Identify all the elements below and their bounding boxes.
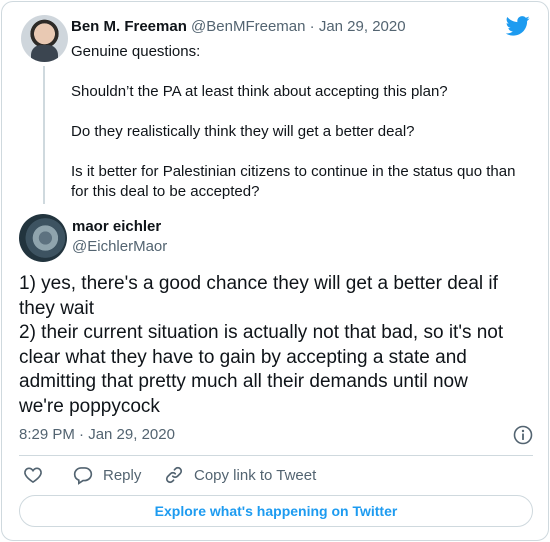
parent-paragraph: Genuine questions: — [71, 43, 201, 60]
parent-tweet-text: Genuine questions: Shouldn’t the PA at l… — [71, 42, 521, 202]
link-icon — [165, 466, 183, 484]
main-text-line: 2) their current situation is actually n… — [19, 322, 504, 343]
main-author-name[interactable]: maor eichler — [72, 218, 161, 236]
reply-button[interactable]: Reply — [73, 464, 141, 486]
thread-connector-line — [43, 66, 45, 204]
parent-tweet-header: Ben M. Freeman @BenMFreeman · Jan 29, 20… — [71, 18, 406, 36]
copy-link-button[interactable]: Copy link to Tweet — [164, 464, 316, 486]
main-text-line: they wait — [19, 297, 94, 319]
parent-tweet-date[interactable]: Jan 29, 2020 — [319, 18, 406, 35]
tweet-timestamp[interactable]: 8:29 PM · Jan 29, 2020 — [19, 426, 175, 444]
main-text-line: clear what they have to gain by acceptin… — [19, 346, 467, 368]
copy-link-label: Copy link to Tweet — [194, 466, 317, 484]
info-icon[interactable] — [513, 425, 533, 445]
twitter-bird-icon[interactable] — [506, 16, 530, 36]
parent-author-avatar[interactable] — [21, 15, 68, 62]
main-text-line: admitting that pretty much all their dem… — [19, 371, 468, 392]
main-author-avatar[interactable] — [19, 214, 67, 262]
parent-paragraph: Do they realistically think they will ge… — [71, 123, 415, 140]
heart-icon — [24, 467, 42, 484]
reply-label: Reply — [103, 466, 142, 484]
main-text-line: 1) yes, there's a good chance they will … — [19, 273, 498, 294]
like-button[interactable] — [23, 464, 43, 486]
divider — [19, 455, 533, 456]
explore-twitter-button[interactable]: Explore what's happening on Twitter — [19, 495, 533, 527]
tweet-actions-bar: Reply Copy link to Tweet — [19, 464, 539, 486]
parent-author-handle[interactable]: @BenMFreeman — [191, 18, 305, 35]
header-separator: · — [309, 18, 315, 35]
main-author-handle[interactable]: @EichlerMaor — [72, 238, 167, 256]
parent-author-name[interactable]: Ben M. Freeman — [71, 18, 187, 35]
main-text-line: we're poppycock — [19, 395, 160, 417]
embedded-tweet-card: Ben M. Freeman @BenMFreeman · Jan 29, 20… — [1, 1, 549, 541]
parent-paragraph: Shouldn’t the PA at least think about ac… — [71, 83, 448, 100]
main-tweet-text: 1) yes, there's a good chance they will … — [19, 272, 539, 419]
parent-paragraph: Is it better for Palestinian citizens to… — [71, 163, 516, 200]
comment-icon — [73, 467, 93, 485]
